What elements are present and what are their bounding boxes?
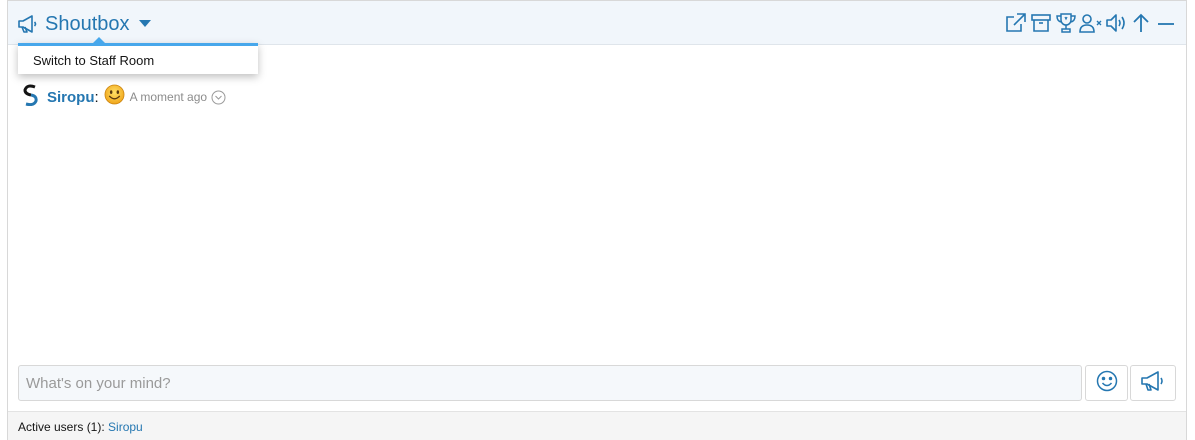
shout-message: Siropu : A moment ago	[22, 84, 226, 111]
shoutbox-header: Shoutbox	[8, 1, 1186, 45]
arrow-up-icon[interactable]	[1129, 11, 1153, 35]
room-selector[interactable]: Shoutbox	[17, 11, 151, 37]
chevron-down-icon[interactable]	[138, 20, 151, 28]
menu-pointer	[92, 37, 106, 44]
trophy-icon[interactable]	[1054, 11, 1078, 35]
emoji-button[interactable]	[1085, 365, 1128, 401]
message-timestamp: A moment ago	[129, 90, 208, 104]
smile-emoji-icon	[104, 84, 130, 110]
smiley-icon	[1096, 370, 1118, 397]
chevron-down-circle-icon[interactable]	[211, 90, 226, 105]
send-button[interactable]	[1130, 365, 1176, 401]
active-user-link[interactable]: Siropu	[108, 420, 143, 434]
avatar[interactable]	[22, 84, 47, 111]
user-remove-icon[interactable]	[1079, 11, 1103, 35]
switch-room-item[interactable]: Switch to Staff Room	[18, 46, 258, 68]
external-link-icon[interactable]	[1004, 11, 1028, 35]
room-menu: Switch to Staff Room	[18, 37, 258, 74]
active-users-bar: Active users (1): Siropu	[8, 411, 1186, 440]
megaphone-icon	[17, 14, 39, 34]
shout-input[interactable]	[18, 365, 1082, 401]
active-users-label: Active users (1):	[18, 420, 105, 434]
message-separator: :	[94, 88, 99, 106]
shoutbox-title: Shoutbox	[45, 13, 130, 35]
archive-icon[interactable]	[1029, 11, 1053, 35]
message-username[interactable]: Siropu	[47, 89, 95, 106]
shoutbox-widget: Shoutbox Switch to Staff Room Siropu: A…	[7, 0, 1187, 440]
shoutbox-toolbar	[1003, 11, 1178, 35]
megaphone-icon	[1140, 370, 1166, 397]
minimize-icon[interactable]	[1154, 11, 1178, 35]
volume-icon[interactable]	[1104, 11, 1128, 35]
